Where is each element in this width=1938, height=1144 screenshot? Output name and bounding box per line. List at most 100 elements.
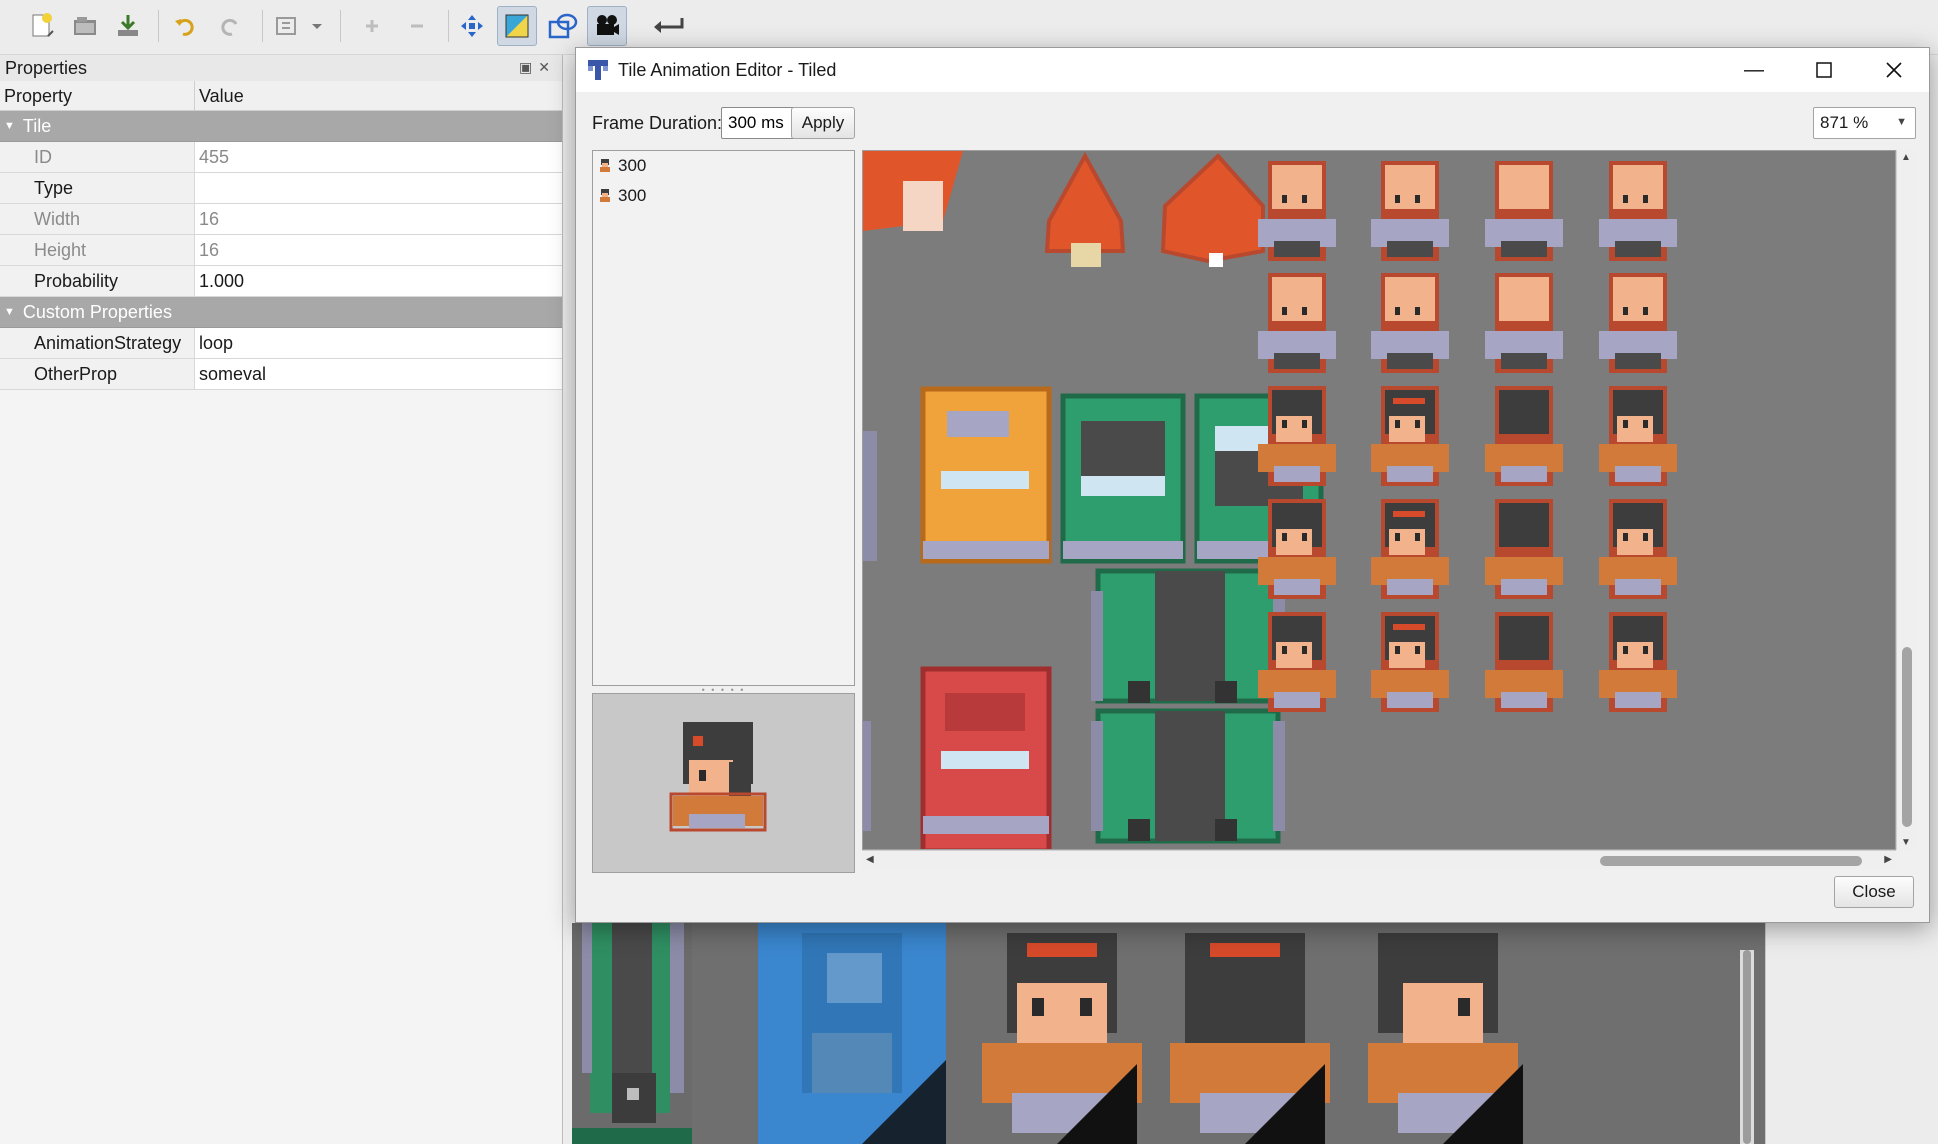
character-tile: [1371, 273, 1449, 373]
camera-icon: [597, 15, 619, 35]
animation-preview: [592, 693, 855, 873]
character-tile: [1599, 386, 1677, 486]
save-icon: [118, 15, 138, 36]
tileset-view[interactable]: [862, 150, 1896, 850]
dialog-title: Tile Animation Editor - Tiled: [618, 59, 837, 80]
expand-arrow-icon: ▼: [4, 306, 15, 318]
redo-button[interactable]: [210, 6, 250, 46]
scroll-up-icon[interactable]: ▲: [1901, 152, 1911, 163]
properties-header: Property Value: [0, 81, 562, 111]
property-name: Probability: [0, 266, 195, 296]
character-tile: [1371, 612, 1449, 712]
zoom-combobox[interactable]: 871 % ▼: [1813, 107, 1916, 139]
maximize-button[interactable]: [1789, 48, 1859, 92]
character-tile: [1371, 499, 1449, 599]
property-name: OtherProp: [0, 359, 195, 389]
undo-icon: [175, 18, 194, 36]
frame-duration: 300: [618, 186, 647, 205]
scroll-down-icon[interactable]: ▼: [1901, 837, 1911, 848]
group-label: Tile: [22, 115, 52, 136]
return-button[interactable]: [645, 6, 691, 46]
minimize-button[interactable]: —: [1719, 48, 1789, 92]
frame-list-item[interactable]: 300: [593, 181, 854, 211]
character-tile: [1258, 273, 1336, 373]
property-row[interactable]: Probability 1.000: [0, 266, 562, 297]
property-row[interactable]: Width 16: [0, 204, 562, 235]
frame-tile-icon: [600, 189, 610, 202]
undo-button[interactable]: [165, 6, 205, 46]
property-value[interactable]: 1.000: [195, 266, 248, 296]
property-row[interactable]: Type: [0, 173, 562, 204]
open-button[interactable]: [65, 6, 105, 46]
close-button[interactable]: Close: [1834, 876, 1914, 908]
property-row[interactable]: Height 16: [0, 235, 562, 266]
frame-duration: 300: [618, 156, 647, 175]
shapes-icon: [548, 13, 578, 39]
property-value[interactable]: loop: [195, 328, 237, 358]
property-value: 16: [199, 209, 220, 229]
character-tile: [1371, 386, 1449, 486]
character-tile: [1258, 161, 1336, 261]
tile-animation-editor-dialog: Tile Animation Editor - Tiled — Frame Du…: [575, 47, 1930, 923]
stamp-dropdown-button[interactable]: [270, 6, 328, 46]
column-header-property[interactable]: Property: [0, 81, 195, 110]
property-row[interactable]: OtherProp someval: [0, 359, 562, 390]
tileset-horizontal-scrollbar[interactable]: ◀ ▶: [862, 850, 1896, 870]
character-tile: [1485, 273, 1563, 373]
group-tile[interactable]: ▼ Tile: [0, 111, 562, 142]
frame-tile-icon: [600, 159, 610, 172]
column-header-value[interactable]: Value: [195, 81, 248, 110]
close-icon: [1886, 62, 1902, 78]
character-tile: [1485, 386, 1563, 486]
expand-arrow-icon: ▼: [4, 120, 15, 132]
animation-editor-button[interactable]: [587, 6, 627, 46]
close-window-button[interactable]: [1859, 48, 1929, 92]
dialog-titlebar[interactable]: Tile Animation Editor - Tiled —: [576, 48, 1929, 92]
property-name: AnimationStrategy: [0, 328, 195, 358]
tileset-image: [863, 151, 1677, 849]
new-map-button[interactable]: [22, 6, 62, 46]
remove-icon: [411, 24, 423, 28]
open-icon: [74, 17, 96, 35]
scroll-thumb[interactable]: [1902, 647, 1912, 827]
character-tile: [1599, 499, 1677, 599]
scroll-thumb[interactable]: [1600, 856, 1862, 866]
group-custom-properties[interactable]: ▼ Custom Properties: [0, 297, 562, 328]
terrain-button[interactable]: [497, 6, 537, 46]
background-vertical-scrollbar[interactable]: [1740, 950, 1754, 1144]
character-tile: [1371, 161, 1449, 261]
tileset-view-background[interactable]: [572, 923, 1765, 1144]
add-button[interactable]: [352, 6, 392, 46]
property-row[interactable]: AnimationStrategy loop: [0, 328, 562, 359]
character-tile: [1258, 499, 1336, 599]
properties-panel: Properties ▣✕ Property Value ▼ Tile ID 45…: [0, 55, 563, 1144]
frame-list-item[interactable]: 300: [593, 151, 854, 181]
character-tile: [1485, 612, 1563, 712]
move-button[interactable]: [452, 6, 492, 46]
property-value[interactable]: someval: [195, 359, 270, 389]
frame-list[interactable]: 300 300: [592, 150, 855, 686]
close-icon[interactable]: ✕: [538, 59, 556, 75]
float-icon[interactable]: ▣: [519, 59, 538, 75]
add-icon: [366, 20, 378, 32]
tileset-vertical-scrollbar[interactable]: ▲ ▼: [1896, 150, 1916, 850]
background-side-area: [1765, 923, 1938, 1144]
shapes-button[interactable]: [543, 6, 583, 46]
scroll-left-icon[interactable]: ◀: [866, 854, 874, 865]
apply-button[interactable]: Apply: [791, 107, 855, 139]
tileset-strip-image: [572, 923, 1523, 1144]
panel-title: Properties: [5, 58, 88, 78]
zoom-value: 871 %: [1820, 113, 1869, 132]
property-value[interactable]: [195, 173, 203, 203]
group-label: Custom Properties: [22, 301, 172, 322]
character-tile: [1258, 386, 1336, 486]
remove-button[interactable]: [397, 6, 437, 46]
property-name: Type: [0, 173, 195, 203]
scroll-right-icon[interactable]: ▶: [1884, 854, 1892, 865]
new-icon: [32, 13, 54, 37]
character-tile: [1599, 273, 1677, 373]
character-tile: [1258, 612, 1336, 712]
property-row[interactable]: ID 455: [0, 142, 562, 173]
save-button[interactable]: [108, 6, 148, 46]
property-value: 455: [199, 147, 230, 167]
